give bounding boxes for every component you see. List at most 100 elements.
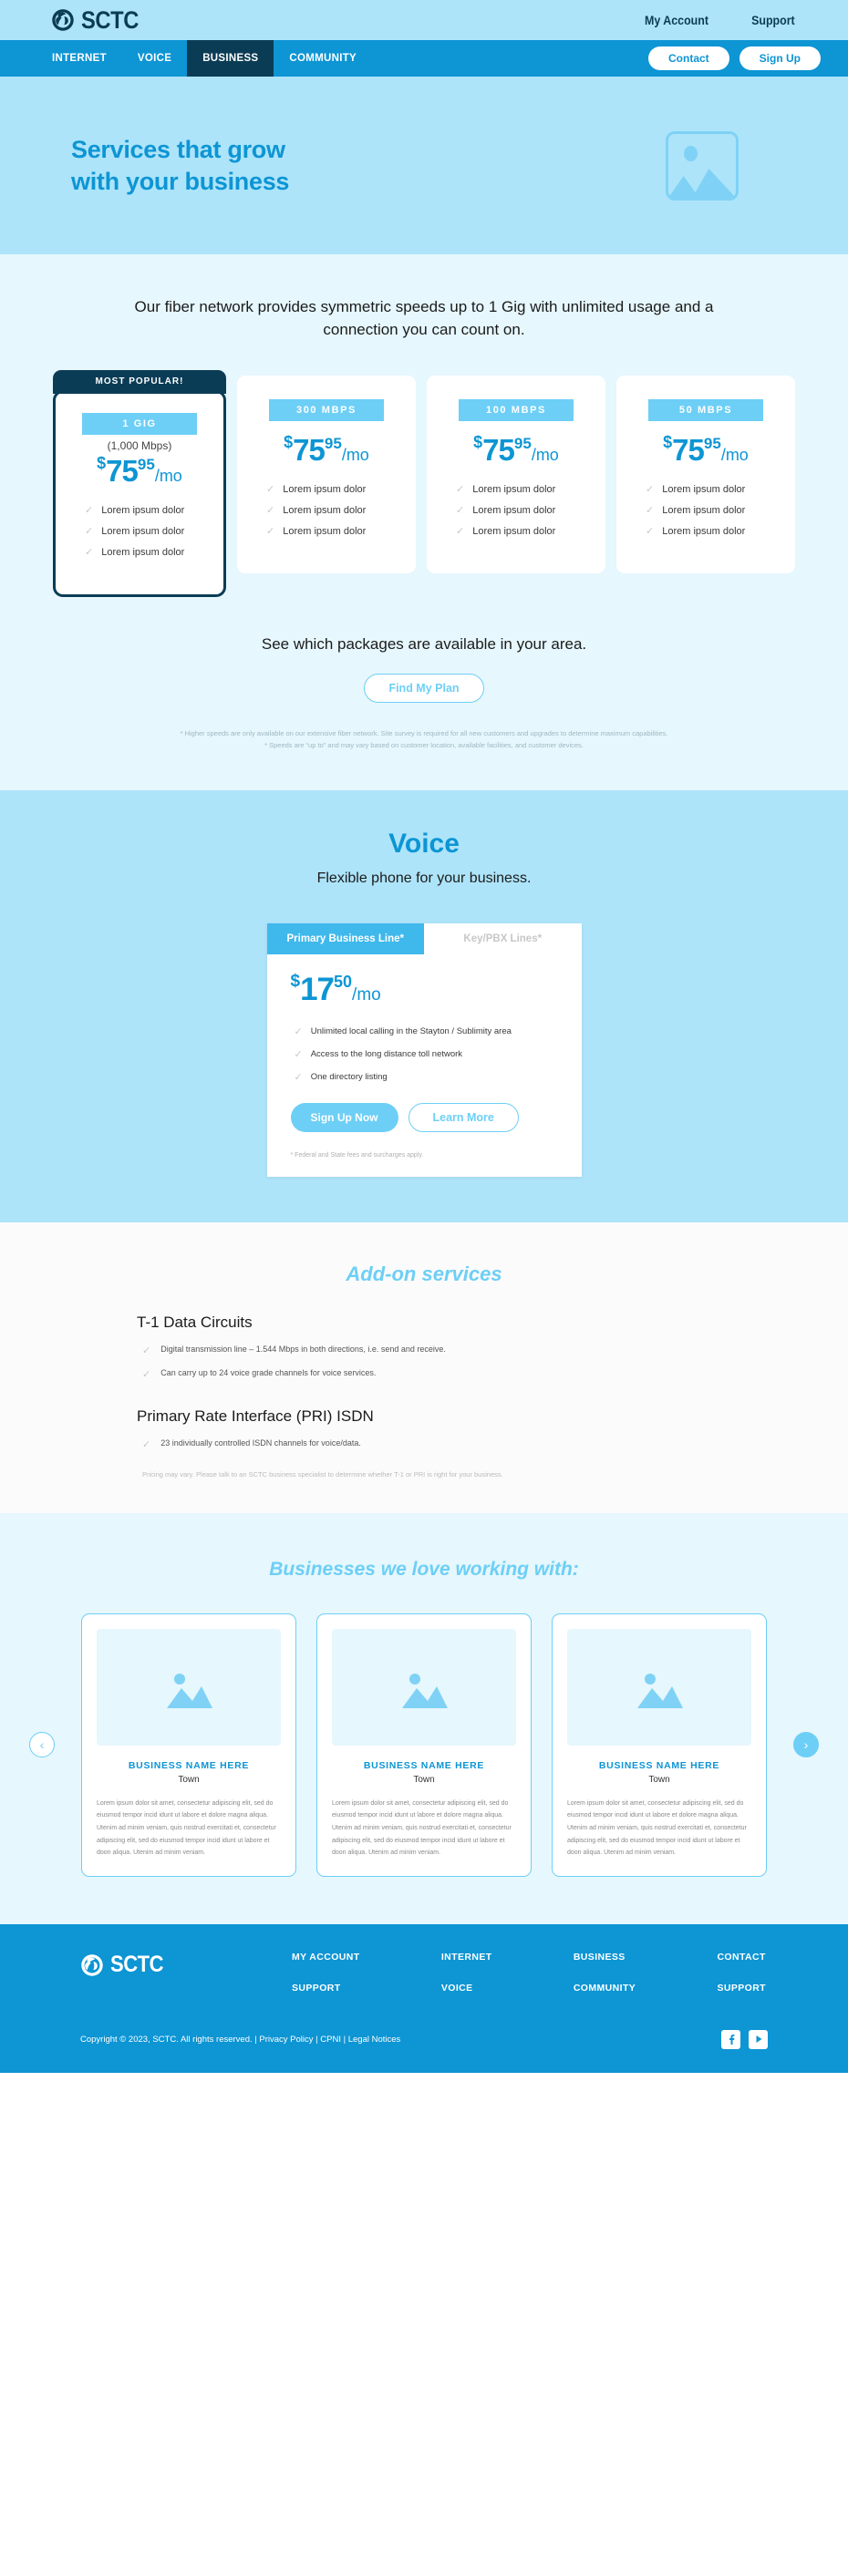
pricing-card-1gig[interactable]: MOST POPULAR! 1 GIG (1,000 Mbps) $7595/m…	[53, 370, 226, 598]
price-period: /mo	[720, 446, 749, 465]
social-links	[721, 2029, 768, 2049]
tab-primary-business-line[interactable]: Primary Business Line*	[266, 922, 424, 954]
testimonial-image-placeholder	[97, 1628, 281, 1746]
footer-link-my-account[interactable]: MY ACCOUNT	[292, 1952, 360, 1963]
speed-badge: 1 GIG	[82, 413, 197, 436]
addon-item: ✓ Can carry up to 24 voice grade channels…	[137, 1368, 711, 1380]
cpni-link[interactable]: CPNI	[320, 2035, 341, 2045]
addon-item: ✓ 23 individually controlled ISDN channel…	[137, 1438, 711, 1450]
copyright-line: Copyright © 2023, SCTC. All rights reser…	[80, 2035, 400, 2045]
hero-banner: Services that grow with your business	[0, 77, 848, 254]
nav-item-community[interactable]: COMMUNITY	[274, 40, 372, 77]
check-icon: ✓	[456, 505, 465, 517]
footer-column: BUSINESS COMMUNITY	[574, 1952, 636, 1994]
top-bar-links: My Account Support	[642, 14, 797, 27]
feature-item: ✓ One directory listing	[291, 1071, 558, 1083]
youtube-button[interactable]	[749, 2029, 768, 2049]
tab-key-pbx-lines[interactable]: Key/PBX Lines*	[424, 922, 582, 954]
price-currency: $	[97, 454, 107, 473]
price-display: $7595/mo	[443, 434, 589, 465]
legal-notices-link[interactable]: Legal Notices	[348, 2035, 401, 2045]
feature-label: Lorem ipsum dolor	[662, 525, 746, 537]
footer-link-contact[interactable]: CONTACT	[717, 1952, 766, 1963]
price-period: /mo	[341, 446, 369, 465]
feature-item: ✓ Lorem ipsum dolor	[85, 546, 207, 559]
footer-bottom: Copyright © 2023, SCTC. All rights reser…	[0, 2029, 848, 2073]
feature-item: ✓ Lorem ipsum dolor	[456, 525, 589, 538]
hero-title-line2: with your business	[71, 167, 290, 195]
check-icon: ✓	[266, 505, 275, 517]
footer-logo[interactable]: SCTC	[80, 1953, 171, 1994]
check-icon: ✓	[85, 526, 94, 538]
voice-learn-more-button[interactable]: Learn More	[408, 1102, 519, 1132]
footer-link-voice[interactable]: VOICE	[441, 1983, 492, 1994]
check-icon: ✓	[266, 484, 275, 496]
hero-title: Services that grow with your business	[71, 134, 289, 197]
footer-link-community[interactable]: COMMUNITY	[574, 1983, 636, 1994]
price-period: /mo	[154, 467, 182, 486]
check-icon: ✓	[456, 526, 465, 538]
pricing-card-300mbps[interactable]: 300 MBPS $7595/mo ✓ Lorem ipsum dolor ✓ Lo…	[237, 376, 416, 574]
testimonial-card[interactable]: BUSINESS NAME HERE Town Lorem ipsum dolo…	[552, 1613, 767, 1877]
facebook-icon	[729, 2035, 734, 2045]
pricing-card-50mbps[interactable]: 50 MBPS $7595/mo ✓ Lorem ipsum dolor ✓ Lor…	[616, 376, 795, 574]
speed-badge: 300 MBPS	[269, 399, 384, 422]
voice-tabs: Primary Business Line* Key/PBX Lines*	[266, 922, 582, 954]
footer-link-support[interactable]: SUPPORT	[292, 1983, 360, 1994]
contact-button[interactable]: Contact	[648, 46, 729, 70]
carousel-prev-button[interactable]: ‹	[29, 1732, 55, 1758]
footer-link-columns: MY ACCOUNT SUPPORT INTERNET VOICE BUSINE…	[292, 1952, 766, 1994]
testimonial-card[interactable]: BUSINESS NAME HERE Town Lorem ipsum dolo…	[81, 1613, 296, 1877]
footer-link-support-2[interactable]: SUPPORT	[717, 1983, 766, 1994]
nav-item-voice[interactable]: VOICE	[122, 40, 187, 77]
nav-item-internet[interactable]: INTERNET	[36, 40, 122, 77]
check-icon: ✓	[142, 1368, 151, 1380]
pricing-lead-text: Our fiber network provides symmetric spe…	[134, 298, 714, 338]
internet-pricing-section: Our fiber network provides symmetric spe…	[0, 254, 848, 790]
availability-text: See which packages are available in your…	[261, 635, 587, 654]
testimonial-town: Town	[413, 1774, 435, 1785]
price-amount: 75	[672, 433, 705, 468]
testimonial-card[interactable]: BUSINESS NAME HERE Town Lorem ipsum dolo…	[316, 1613, 532, 1877]
check-icon: ✓	[456, 484, 465, 496]
footer-column: MY ACCOUNT SUPPORT	[292, 1952, 360, 1994]
price-cents: 95	[703, 435, 721, 453]
check-icon: ✓	[294, 1025, 303, 1037]
copyright-text: Copyright © 2023, SCTC. All rights reser…	[80, 2034, 253, 2045]
voice-signup-now-button[interactable]: Sign Up Now	[290, 1102, 398, 1132]
feature-label: Lorem ipsum dolor	[101, 504, 185, 516]
signup-button[interactable]: Sign Up	[739, 46, 821, 70]
price-cents: 95	[513, 435, 532, 453]
feature-label: Lorem ipsum dolor	[472, 483, 556, 495]
nav-item-business[interactable]: BUSINESS	[187, 40, 274, 77]
testimonial-business-name: BUSINESS NAME HERE	[128, 1759, 250, 1771]
price-amount: 75	[106, 454, 139, 489]
feature-list: ✓ Lorem ipsum dolor ✓ Lorem ipsum dolor ✓ L…	[72, 504, 207, 559]
pricing-footnotes: * Higher speeds are only available on ou…	[0, 728, 848, 752]
top-link-my-account[interactable]: My Account	[645, 14, 708, 27]
feature-label: Lorem ipsum dolor	[662, 504, 746, 516]
facebook-button[interactable]	[721, 2029, 740, 2049]
feature-label: One directory listing	[310, 1071, 388, 1082]
hero-image-mountains-icon	[668, 168, 736, 198]
feature-label: Access to the long distance toll network	[310, 1048, 463, 1059]
footer-link-business[interactable]: BUSINESS	[574, 1952, 636, 1963]
price-display: $7595/mo	[72, 455, 207, 486]
pricing-card-100mbps[interactable]: 100 MBPS $7595/mo ✓ Lorem ipsum dolor ✓ Lo…	[427, 376, 605, 574]
youtube-icon	[756, 2035, 761, 2044]
check-icon: ✓	[646, 505, 655, 517]
feature-label: Lorem ipsum dolor	[662, 483, 746, 495]
feature-label: Lorem ipsum dolor	[283, 504, 367, 516]
chevron-right-icon: ›	[803, 1737, 809, 1753]
hero-image-sun-icon	[684, 145, 698, 161]
voice-card-body: $1750/mo ✓ Unlimited local calling in the…	[267, 954, 582, 1177]
footer-link-internet[interactable]: INTERNET	[441, 1952, 492, 1963]
addon-list-t1: ✓ Digital transmission line – 1.544 Mbps …	[137, 1345, 711, 1380]
find-my-plan-button[interactable]: Find My Plan	[364, 674, 484, 704]
carousel-next-button[interactable]: ›	[793, 1732, 819, 1758]
top-link-support[interactable]: Support	[751, 14, 795, 27]
site-logo[interactable]: SCTC	[51, 7, 147, 33]
feature-item: ✓ Lorem ipsum dolor	[266, 483, 399, 496]
feature-label: Lorem ipsum dolor	[472, 525, 556, 537]
privacy-policy-link[interactable]: Privacy Policy	[259, 2035, 313, 2045]
